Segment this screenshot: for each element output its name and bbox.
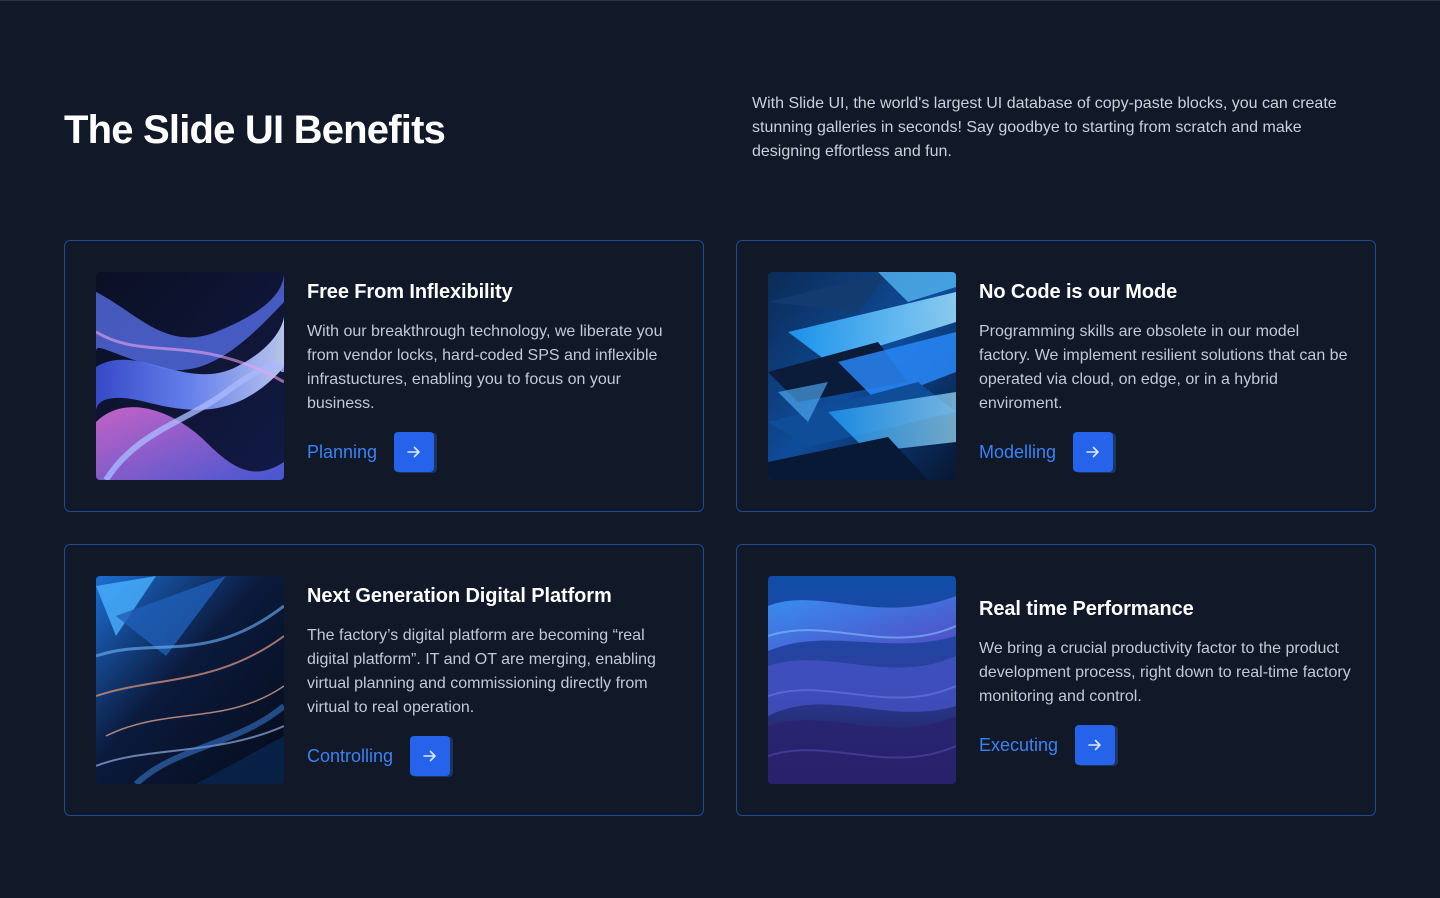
card-title: No Code is our Mode [979,281,1178,303]
benefit-card: Real time Performance We bring a crucial… [736,544,1376,816]
card-title: Real time Performance [979,598,1194,620]
arrow-right-icon [1086,736,1104,754]
benefits-grid: Free From Inflexibility With our breakth… [64,240,1376,818]
benefit-card: No Code is our Mode Programming skills a… [736,240,1376,512]
section-header: The Slide UI Benefits With Slide UI, the… [64,92,1376,182]
benefits-page: The Slide UI Benefits With Slide UI, the… [0,0,1440,898]
card-image-abstract-dunes [768,576,956,784]
section-intro: With Slide UI, the world's largest UI da… [752,95,1337,160]
card-title: Free From Inflexibility [307,281,513,303]
card-description: With our breakthrough technology, we lib… [307,323,663,412]
benefit-card: Free From Inflexibility With our breakth… [64,240,704,512]
card-cta: Modelling [979,432,1351,472]
card-description: We bring a crucial productivity factor t… [979,640,1351,705]
card-body: Free From Inflexibility With our breakth… [307,241,679,513]
modelling-arrow-button[interactable] [1073,432,1114,472]
card-content: Free From Inflexibility With our breakth… [307,278,679,472]
card-title: Next Generation Digital Platform [307,585,612,607]
benefit-card: Next Generation Digital Platform The fac… [64,544,704,816]
card-image-abstract-streaks [96,576,284,784]
arrow-right-icon [421,747,439,765]
controlling-link[interactable]: Controlling [307,744,393,768]
card-description: Programming skills are obsolete in our m… [979,323,1348,412]
planning-link[interactable]: Planning [307,440,377,464]
card-content: Real time Performance We bring a crucial… [979,595,1351,765]
card-image-abstract-waves [96,272,284,480]
planning-arrow-button[interactable] [394,432,435,472]
section-title: The Slide UI Benefits [64,108,446,152]
modelling-link[interactable]: Modelling [979,440,1056,464]
executing-link[interactable]: Executing [979,733,1058,757]
card-cta: Controlling [307,736,679,776]
card-body: No Code is our Mode Programming skills a… [979,241,1351,513]
executing-arrow-button[interactable] [1075,725,1116,765]
arrow-right-icon [1084,443,1102,461]
card-body: Real time Performance We bring a crucial… [979,545,1351,817]
controlling-arrow-button[interactable] [410,736,451,776]
card-cta: Executing [979,725,1351,765]
card-cta: Planning [307,432,679,472]
card-image-abstract-shards [768,272,956,480]
arrow-right-icon [405,443,423,461]
card-body: Next Generation Digital Platform The fac… [307,545,679,817]
card-content: Next Generation Digital Platform The fac… [307,582,679,776]
card-content: No Code is our Mode Programming skills a… [979,278,1351,472]
card-description: The factory’s digital platform are becom… [307,627,656,716]
top-divider [0,0,1440,1]
